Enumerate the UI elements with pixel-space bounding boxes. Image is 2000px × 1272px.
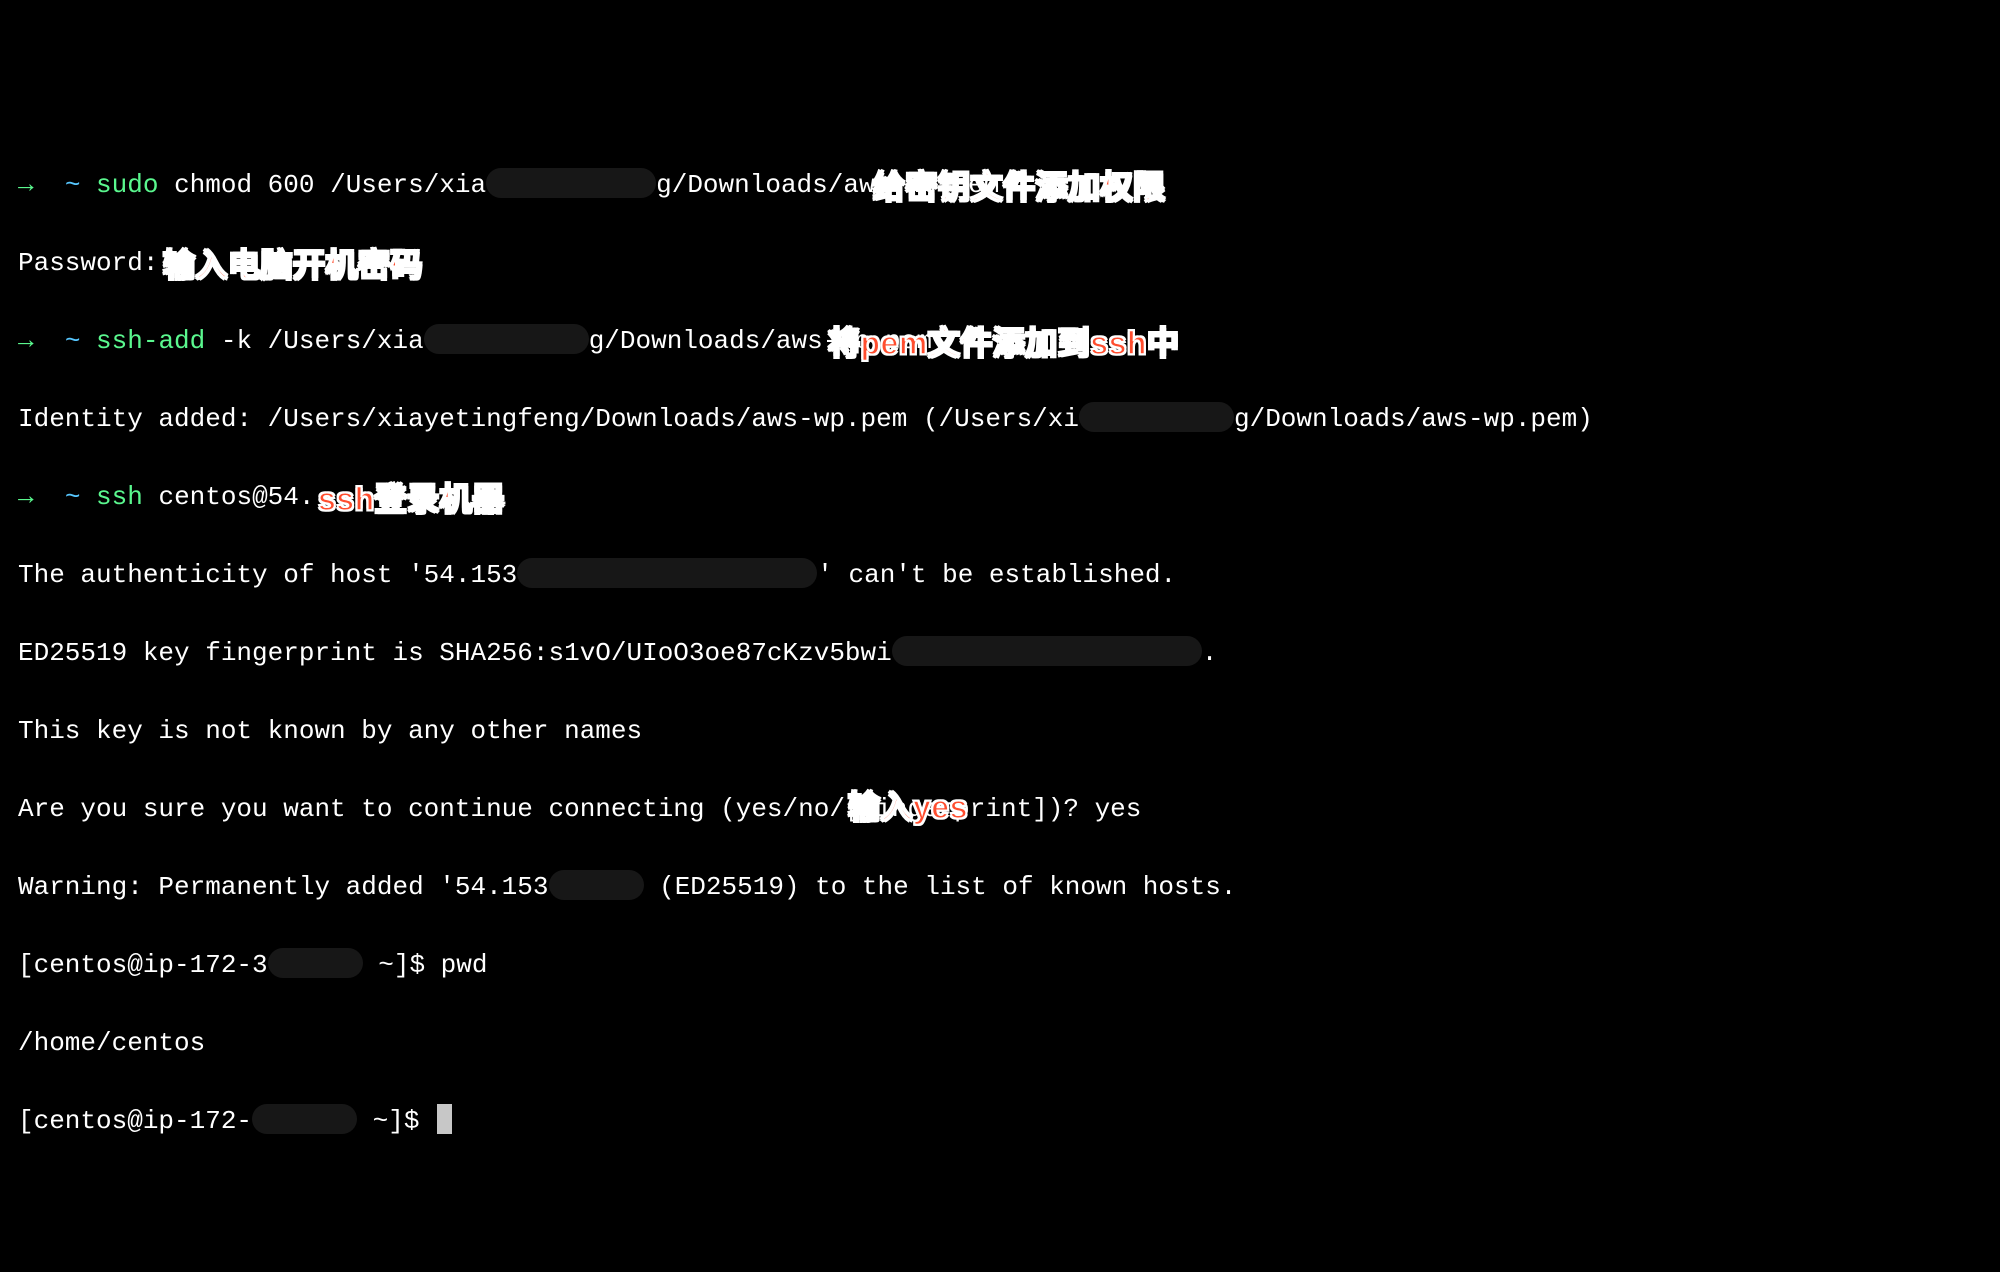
prompt-tilde: ~ xyxy=(65,326,81,356)
terminal-line-9: Are you sure you want to continue connec… xyxy=(18,790,1982,829)
terminal-cursor[interactable] xyxy=(437,1104,452,1134)
terminal-line-8: This key is not known by any other names xyxy=(18,712,1982,751)
annotation-yes: 输入yes xyxy=(848,788,968,827)
terminal-line-7: ED25519 key fingerprint is SHA256:s1vO/U… xyxy=(18,634,1982,673)
output-auth2: ' can't be established. xyxy=(817,560,1176,590)
output-confirm: Are you sure you want to continue connec… xyxy=(18,794,1141,824)
redaction-block xyxy=(268,948,363,978)
command-sudo: sudo xyxy=(96,170,158,200)
prompt-arrow: → xyxy=(18,482,34,512)
redaction-block xyxy=(549,870,644,900)
redaction-block xyxy=(252,1104,357,1134)
annotation-sshadd: 将pem文件添加到ssh中 xyxy=(828,324,1179,363)
remote-prompt-pwd: ~]$ pwd xyxy=(363,950,488,980)
command-args: chmod 600 /Users/xia xyxy=(158,170,486,200)
command-ssh: ssh xyxy=(96,482,143,512)
output-warning1: Warning: Permanently added '54.153 xyxy=(18,872,549,902)
output-auth1: The authenticity of host '54.153 xyxy=(18,560,517,590)
redaction-block xyxy=(892,636,1202,666)
terminal-line-4: Identity added: /Users/xiayetingfeng/Dow… xyxy=(18,400,1982,439)
remote-prompt1: [centos@ip-172-3 xyxy=(18,950,268,980)
output-pwd: /home/centos xyxy=(18,1028,205,1058)
terminal-line-5: → ~ ssh centos@54.153.ssh登录机器 xyxy=(18,478,1982,517)
annotation-chmod: 给密钥文件添加权限 xyxy=(873,168,1166,207)
command-sshadd: ssh-add xyxy=(96,326,205,356)
terminal-line-13[interactable]: [centos@ip-172- ~]$ xyxy=(18,1102,1982,1141)
output-notknown: This key is not known by any other names xyxy=(18,716,642,746)
annotation-password: 输入电脑开机密码 xyxy=(163,246,423,285)
prompt-arrow: → xyxy=(18,170,34,200)
prompt-arrow: → xyxy=(18,326,34,356)
terminal-line-10: Warning: Permanently added '54.153 (ED25… xyxy=(18,868,1982,907)
terminal-line-3: → ~ ssh-add -k /Users/xiag/Downloads/aws… xyxy=(18,322,1982,361)
password-prompt: Password: xyxy=(18,248,158,278)
terminal-line-6: The authenticity of host '54.153 ' can't … xyxy=(18,556,1982,595)
output-warning2: (ED25519) to the list of known hosts. xyxy=(644,872,1237,902)
redaction-block xyxy=(486,168,656,198)
command-args: -k /Users/xia xyxy=(205,326,423,356)
output-identity2: g/Downloads/aws-wp.pem) xyxy=(1234,404,1593,434)
output-fingerprint1: ED25519 key fingerprint is SHA256:s1vO/U… xyxy=(18,638,892,668)
prompt-tilde: ~ xyxy=(65,482,81,512)
output-identity1: Identity added: /Users/xiayetingfeng/Dow… xyxy=(18,404,1079,434)
redaction-block xyxy=(1079,402,1234,432)
terminal-line-11: [centos@ip-172-3 ~]$ pwd xyxy=(18,946,1982,985)
remote-prompt2a: [centos@ip-172- xyxy=(18,1106,252,1136)
redaction-block xyxy=(424,324,589,354)
redaction-block xyxy=(517,558,817,588)
terminal-line-2: Password:输入电脑开机密码 xyxy=(18,244,1982,283)
output-fingerprint2: . xyxy=(1202,638,1218,668)
terminal-line-1: → ~ sudo chmod 600 /Users/xiag/Downloads… xyxy=(18,166,1982,205)
terminal-line-12: /home/centos xyxy=(18,1024,1982,1063)
remote-prompt2b: ~]$ xyxy=(357,1106,435,1136)
prompt-tilde: ~ xyxy=(65,170,81,200)
annotation-ssh: ssh登录机器 xyxy=(316,480,507,519)
